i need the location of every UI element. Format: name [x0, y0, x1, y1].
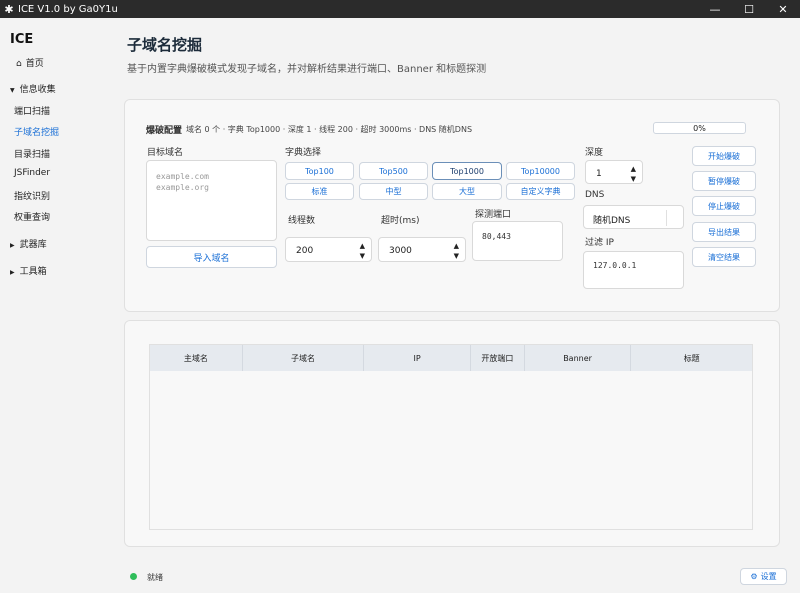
spin-up-icon[interactable]: ▲ [454, 242, 459, 250]
sidebar-item-port-scan[interactable]: 端口扫描 [14, 104, 50, 117]
settings-button[interactable]: ⚙ 设置 [740, 568, 787, 585]
page-subtitle: 基于内置字典爆破模式发现子域名，并对解析结果进行端口、Banner 和标题探测 [127, 64, 487, 75]
ports-value: 80,443 [482, 232, 511, 241]
settings-label: 设置 [760, 572, 777, 581]
dict-standard-button[interactable]: 标准 [285, 183, 354, 200]
column-header-domain[interactable]: 主域名 [150, 345, 243, 371]
spin-up-icon[interactable]: ▲ [360, 242, 365, 250]
depth-label: 深度 [585, 148, 604, 158]
gear-icon: ⚙ [750, 572, 758, 581]
dict-top500-button[interactable]: Top500 [359, 162, 428, 180]
dns-label: DNS [585, 190, 605, 200]
page-title: 子域名挖掘 [127, 36, 203, 54]
minimize-button[interactable]: — [698, 3, 732, 16]
window-title: ICE V1.0 by Ga0Y1u [18, 3, 118, 15]
sidebar-group-label: 武器库 [19, 240, 47, 250]
ports-input[interactable]: 80,443 [472, 221, 563, 261]
results-table[interactable]: 主域名 子域名 IP 开放端口 Banner 标题 [149, 344, 753, 530]
threads-label: 线程数 [288, 216, 316, 226]
dict-custom-button[interactable]: 自定义字典 [506, 183, 575, 200]
sidebar-item-weight[interactable]: 权重查询 [14, 210, 50, 223]
timeout-spinbox[interactable]: 3000 ▲ ▼ [378, 237, 466, 262]
export-button[interactable]: 导出结果 [692, 222, 756, 242]
title-bar: ✱ ICE V1.0 by Ga0Y1u — ☐ ✕ [0, 0, 800, 18]
app-logo: ICE [10, 32, 34, 47]
app-icon: ✱ [4, 2, 14, 16]
status-text: 就绪 [147, 573, 163, 582]
dns-select[interactable]: 随机DNS [583, 205, 684, 229]
threads-spinbox[interactable]: 200 ▲ ▼ [285, 237, 372, 262]
status-indicator [130, 573, 137, 580]
progress-bar: 0% [653, 122, 746, 134]
spin-up-icon[interactable]: ▲ [631, 165, 636, 173]
dict-top100-button[interactable]: Top100 [285, 162, 354, 180]
sidebar-item-home[interactable]: ⌂ 首页 [16, 56, 44, 69]
filter-ip-input[interactable]: 127.0.0.1 [583, 251, 684, 289]
start-button[interactable]: 开始爆破 [692, 146, 756, 166]
column-header-banner[interactable]: Banner [525, 345, 632, 371]
dns-select-divider [666, 210, 667, 226]
depth-value: 1 [596, 169, 602, 179]
progress-text: 0% [693, 123, 706, 133]
chevron-right-icon: ▶ [10, 269, 15, 276]
target-label: 目标域名 [147, 148, 184, 158]
dict-top1000-button[interactable]: Top1000 [432, 162, 502, 180]
dns-value: 随机DNS [593, 216, 631, 226]
spin-down-icon[interactable]: ▼ [454, 252, 459, 260]
column-header-ip[interactable]: IP [364, 345, 471, 371]
column-header-title[interactable]: 标题 [631, 345, 752, 371]
sidebar-item-dir-scan[interactable]: 目录扫描 [14, 147, 50, 160]
target-placeholder: example.com example.org [156, 172, 209, 192]
ports-label: 探测端口 [475, 210, 512, 220]
sidebar: ICE ⌂ 首页 ▼ 信息收集 端口扫描 子域名挖掘 目录扫描 JSFinder 指… [0, 18, 100, 593]
spin-down-icon[interactable]: ▼ [360, 252, 365, 260]
maximize-button[interactable]: ☐ [732, 3, 766, 16]
table-header: 主域名 子域名 IP 开放端口 Banner 标题 [150, 345, 752, 371]
pause-button[interactable]: 暂停爆破 [692, 171, 756, 191]
threads-value: 200 [296, 246, 314, 256]
filter-ip-value: 127.0.0.1 [593, 261, 637, 270]
sidebar-item-jsfinder[interactable]: JSFinder [14, 168, 50, 178]
clear-button[interactable]: 清空结果 [692, 247, 756, 267]
sidebar-group-arsenal[interactable]: ▶ 武器库 [10, 237, 47, 250]
sidebar-item-fingerprint[interactable]: 指纹识别 [14, 189, 50, 202]
sidebar-group-label: 信息收集 [19, 85, 56, 95]
import-domains-button[interactable]: 导入域名 [146, 246, 277, 268]
filter-ip-label: 过滤 IP [585, 238, 614, 248]
column-header-ports[interactable]: 开放端口 [471, 345, 525, 371]
sidebar-group-info[interactable]: ▼ 信息收集 [10, 82, 56, 95]
depth-spinbox[interactable]: 1 ▲ ▼ [585, 160, 643, 184]
config-heading: 爆破配置 [146, 126, 183, 136]
sidebar-item-subdomain[interactable]: 子域名挖掘 [14, 125, 59, 138]
home-icon: ⌂ [16, 59, 22, 69]
close-button[interactable]: ✕ [766, 3, 800, 16]
sidebar-item-label: 首页 [25, 59, 44, 69]
dict-top10000-button[interactable]: Top10000 [506, 162, 575, 180]
stop-button[interactable]: 停止爆破 [692, 196, 756, 216]
timeout-label: 超时(ms) [381, 216, 420, 226]
spin-down-icon[interactable]: ▼ [631, 175, 636, 183]
column-header-subdomain[interactable]: 子域名 [243, 345, 365, 371]
sidebar-group-toolbox[interactable]: ▶ 工具箱 [10, 264, 47, 277]
chevron-right-icon: ▶ [10, 242, 15, 249]
config-summary: 域名 0 个 · 字典 Top1000 · 深度 1 · 线程 200 · 超时… [186, 125, 473, 134]
dict-label: 字典选择 [285, 148, 322, 158]
chevron-down-icon: ▼ [10, 87, 15, 94]
target-domains-input[interactable]: example.com example.org [146, 160, 277, 241]
timeout-value: 3000 [389, 246, 412, 256]
sidebar-group-label: 工具箱 [19, 267, 47, 277]
dict-medium-button[interactable]: 中型 [359, 183, 428, 200]
dict-large-button[interactable]: 大型 [432, 183, 502, 200]
